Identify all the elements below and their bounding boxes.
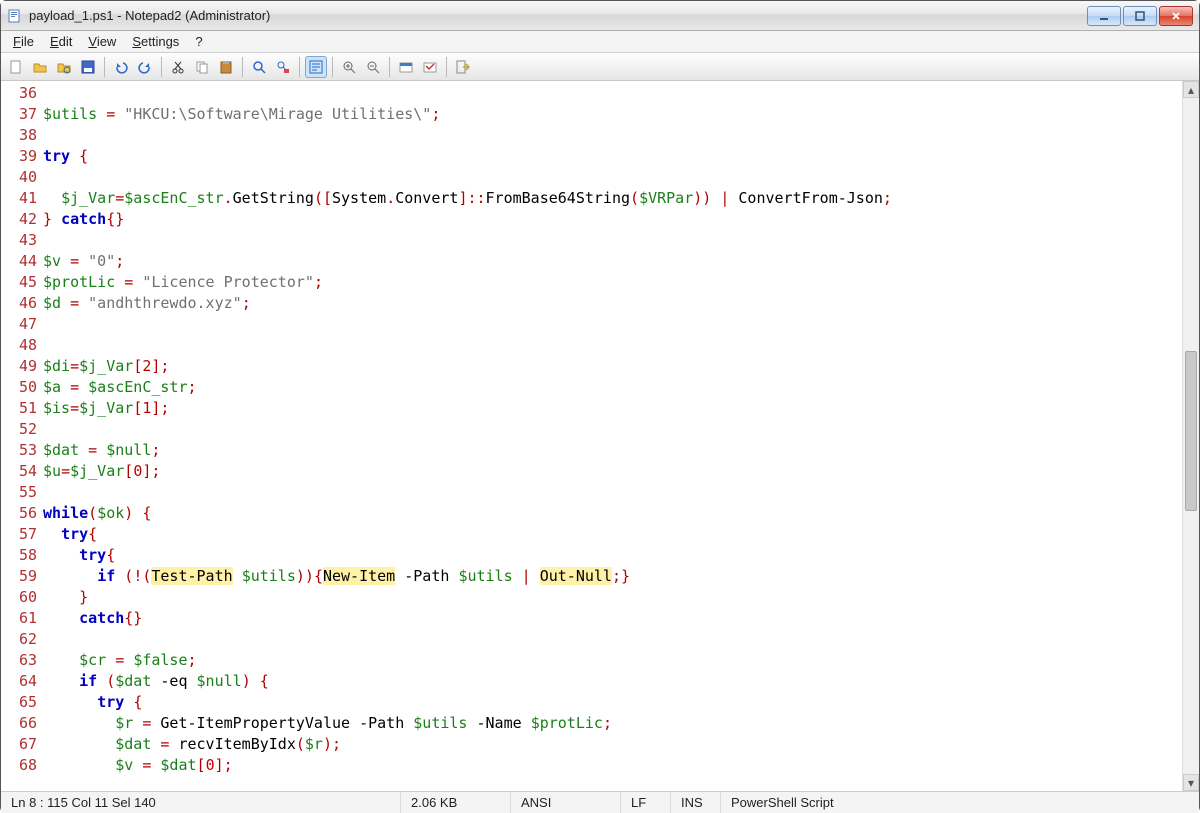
editor[interactable]: 36 37 38 39 40 41 42 43 44 45 46 47 48 4… bbox=[1, 81, 1199, 791]
scroll-up-button[interactable]: ▴ bbox=[1183, 81, 1199, 98]
menu-edit[interactable]: Edit bbox=[42, 32, 80, 51]
cut-icon[interactable] bbox=[167, 56, 189, 78]
code-area[interactable]: $utils = "HKCU:\Software\Mirage Utilitie… bbox=[41, 81, 1182, 791]
toolbar-separator bbox=[332, 57, 333, 77]
menu-help[interactable]: ? bbox=[187, 32, 210, 51]
customize-icon[interactable] bbox=[419, 56, 441, 78]
maximize-button[interactable] bbox=[1123, 6, 1157, 26]
paste-icon[interactable] bbox=[215, 56, 237, 78]
scroll-thumb[interactable] bbox=[1185, 351, 1197, 511]
status-position: Ln 8 : 115 Col 11 Sel 140 bbox=[1, 792, 401, 813]
status-language: PowerShell Script bbox=[721, 792, 1199, 813]
menubar: File Edit View Settings ? bbox=[1, 31, 1199, 53]
copy-icon[interactable] bbox=[191, 56, 213, 78]
app-icon bbox=[7, 8, 23, 24]
toolbar-separator bbox=[161, 57, 162, 77]
status-insert: INS bbox=[671, 792, 721, 813]
line-gutter: 36 37 38 39 40 41 42 43 44 45 46 47 48 4… bbox=[1, 81, 41, 791]
save-icon[interactable] bbox=[77, 56, 99, 78]
close-button[interactable] bbox=[1159, 6, 1193, 26]
toolbar bbox=[1, 53, 1199, 81]
status-eol: LF bbox=[621, 792, 671, 813]
status-encoding: ANSI bbox=[511, 792, 621, 813]
scheme-icon[interactable] bbox=[395, 56, 417, 78]
replace-icon[interactable] bbox=[272, 56, 294, 78]
undo-icon[interactable] bbox=[110, 56, 132, 78]
new-file-icon[interactable] bbox=[5, 56, 27, 78]
menu-file[interactable]: File bbox=[5, 32, 42, 51]
scrollbar-vertical[interactable]: ▴ ▾ bbox=[1182, 81, 1199, 791]
status-size: 2.06 KB bbox=[401, 792, 511, 813]
menu-view[interactable]: View bbox=[80, 32, 124, 51]
zoom-in-icon[interactable] bbox=[338, 56, 360, 78]
find-icon[interactable] bbox=[248, 56, 270, 78]
exit-icon[interactable] bbox=[452, 56, 474, 78]
open-icon[interactable] bbox=[29, 56, 51, 78]
titlebar: payload_1.ps1 - Notepad2 (Administrator) bbox=[1, 1, 1199, 31]
toolbar-separator bbox=[446, 57, 447, 77]
redo-icon[interactable] bbox=[134, 56, 156, 78]
toolbar-separator bbox=[299, 57, 300, 77]
minimize-button[interactable] bbox=[1087, 6, 1121, 26]
zoom-out-icon[interactable] bbox=[362, 56, 384, 78]
browse-icon[interactable] bbox=[53, 56, 75, 78]
window-title: payload_1.ps1 - Notepad2 (Administrator) bbox=[29, 8, 1087, 23]
menu-settings[interactable]: Settings bbox=[124, 32, 187, 51]
statusbar: Ln 8 : 115 Col 11 Sel 140 2.06 KB ANSI L… bbox=[1, 791, 1199, 813]
scroll-down-button[interactable]: ▾ bbox=[1183, 774, 1199, 791]
toolbar-separator bbox=[242, 57, 243, 77]
wordwrap-icon[interactable] bbox=[305, 56, 327, 78]
toolbar-separator bbox=[104, 57, 105, 77]
toolbar-separator bbox=[389, 57, 390, 77]
